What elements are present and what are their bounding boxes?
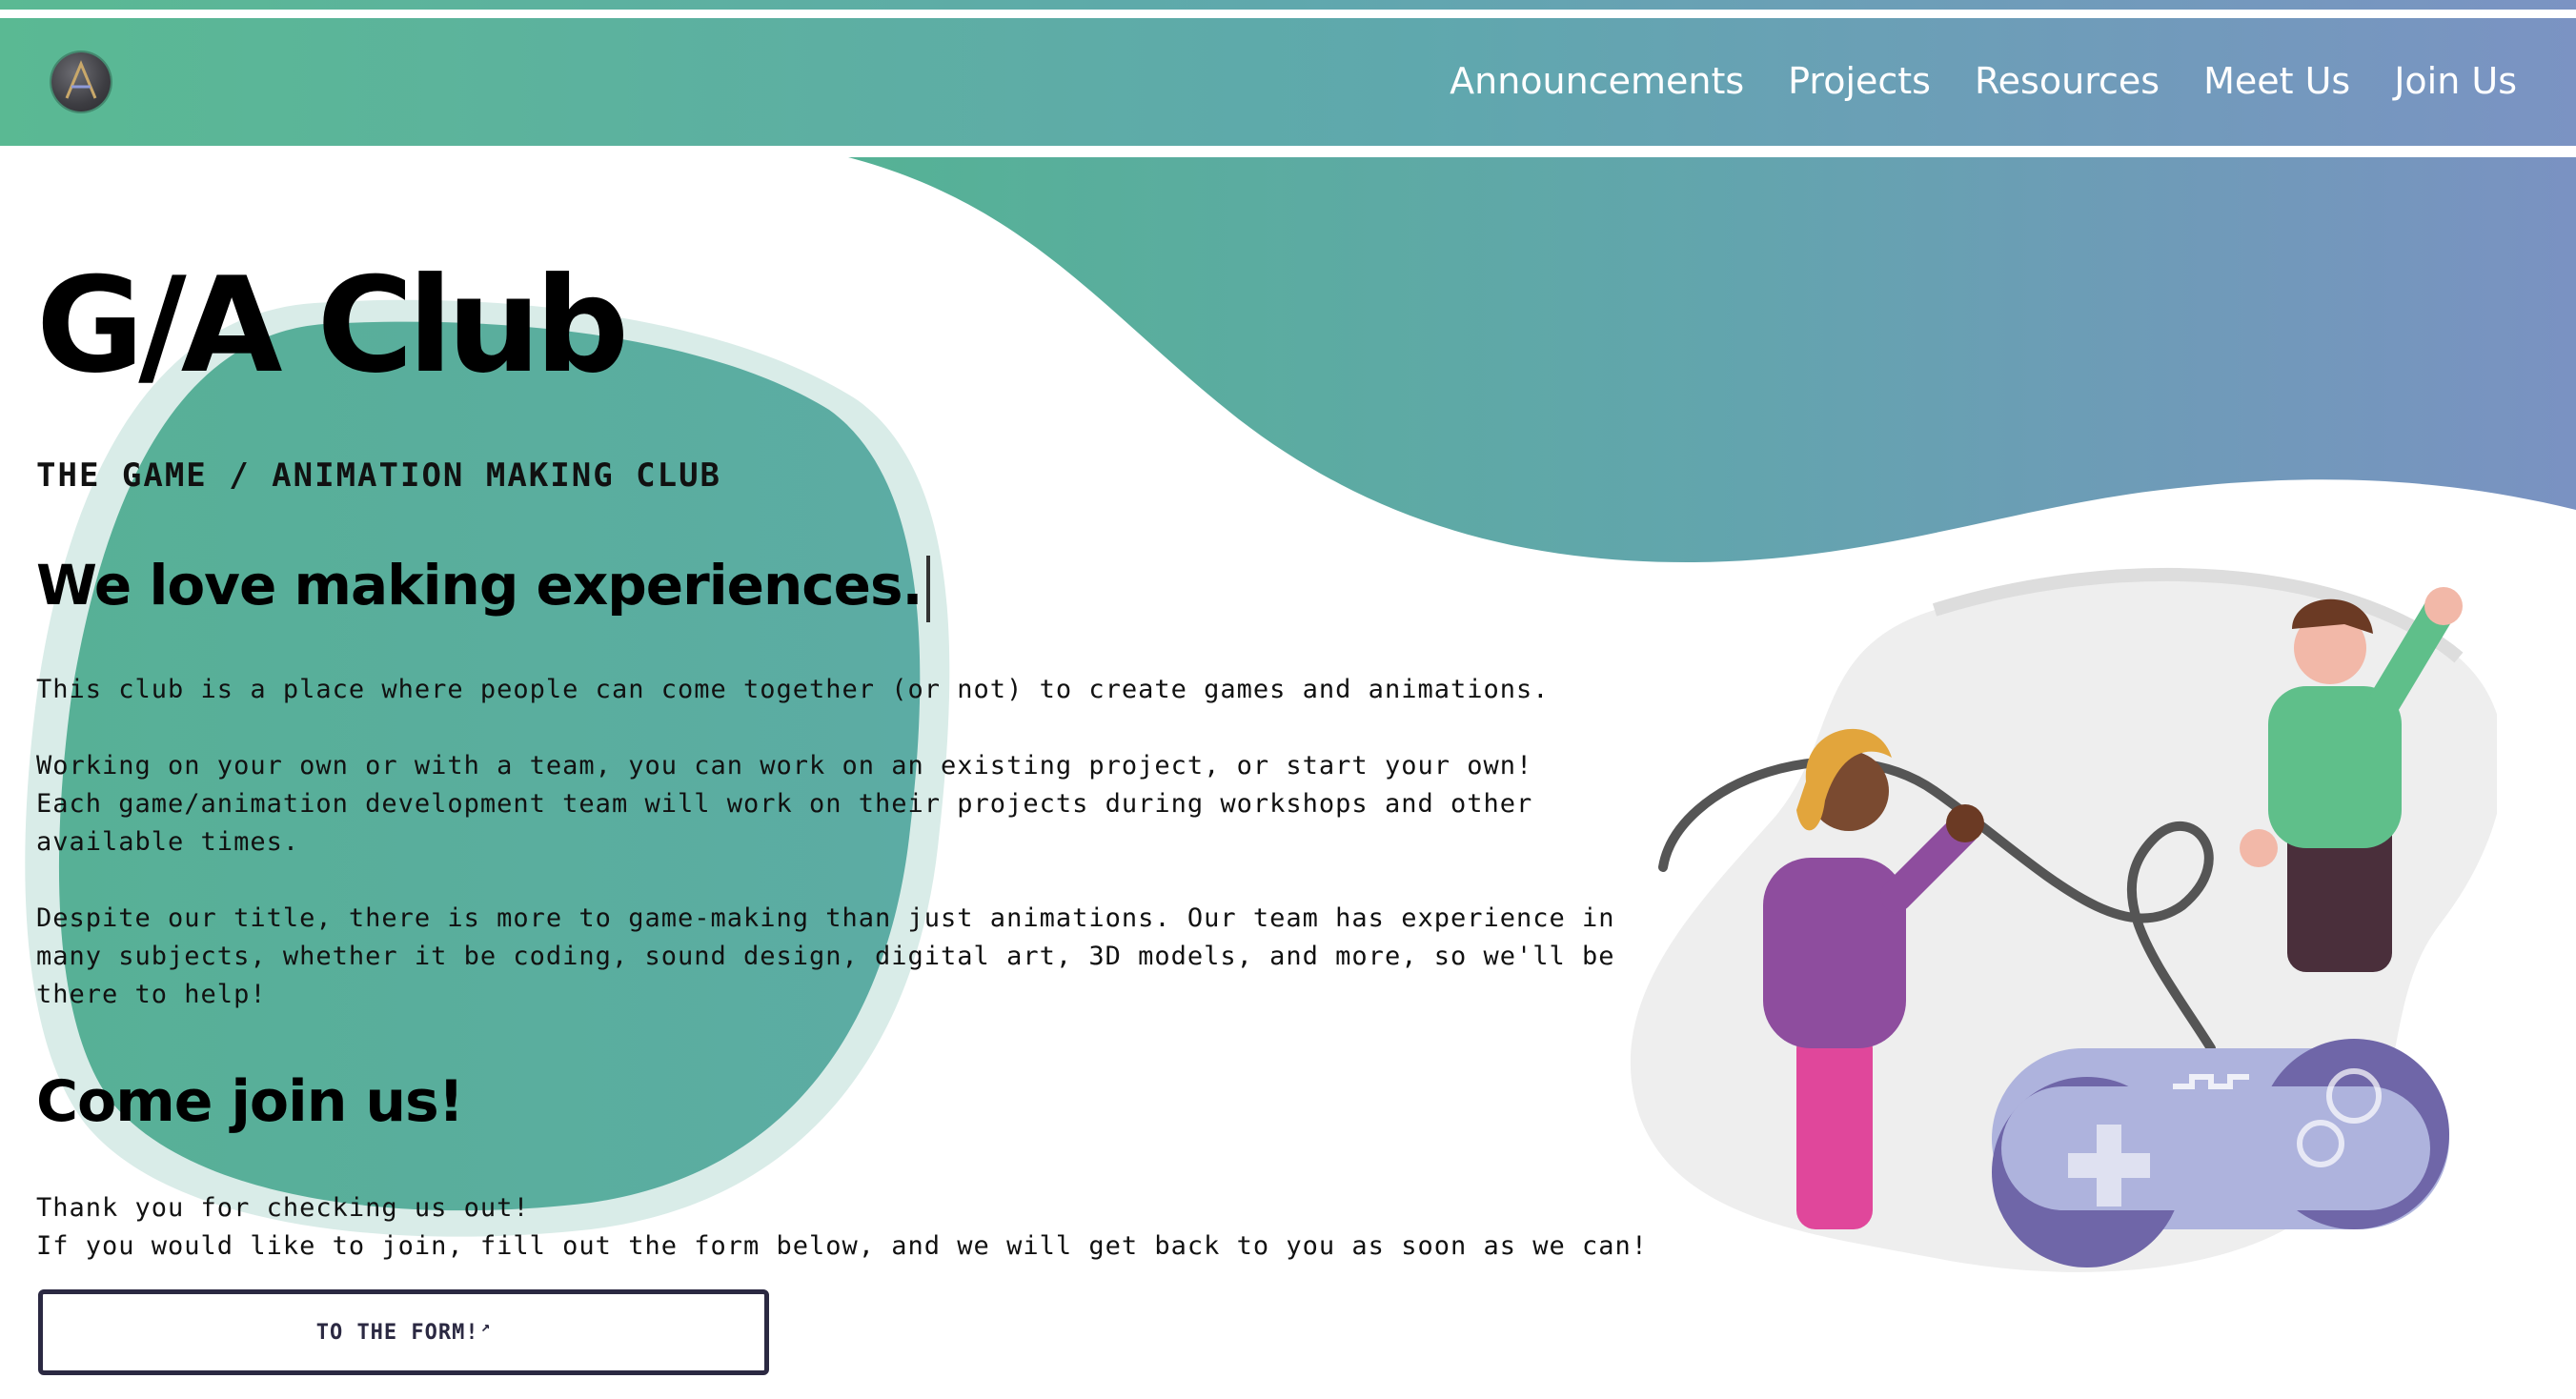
team-line-1: Working on your own or with a team, you …: [36, 751, 1533, 781]
team-line-3: available times.: [36, 827, 300, 857]
intro-paragraph: This club is a place where people can co…: [36, 671, 1550, 709]
section-heading-experiences: We love making experiences.: [36, 543, 930, 627]
join-line-1: Thank you for checking us out!: [36, 1193, 530, 1223]
form-button-label: TO THE FORM!: [315, 1320, 479, 1345]
section-heading-experiences-text: We love making experiences.: [36, 553, 923, 618]
nav-link-announcements[interactable]: Announcements: [1450, 56, 1744, 106]
section-heading-join: Come join us!: [36, 1068, 464, 1135]
nav-links: Announcements Projects Resources Meet Us…: [1450, 56, 2517, 106]
text-cursor: [925, 555, 930, 622]
experience-paragraph: Despite our title, there is more to game…: [36, 900, 1615, 1014]
intro-line-1: This club is a place where people can co…: [36, 675, 1550, 704]
page-title: G/A Club: [36, 249, 629, 402]
team-line-2: Each game/animation development team wil…: [36, 789, 1533, 819]
to-the-form-button[interactable]: TO THE FORM! ↗: [38, 1289, 769, 1375]
hero-wave: [848, 157, 2576, 562]
join-paragraph: Thank you for checking us out! If you wo…: [36, 1189, 1648, 1266]
nav-link-join-us[interactable]: Join Us: [2394, 56, 2517, 106]
ga-logo-icon[interactable]: [51, 52, 111, 112]
hero-illustration: [1630, 567, 2497, 1272]
experience-line-3: there to help!: [36, 980, 267, 1009]
top-accent-bar: [0, 0, 2576, 10]
join-line-2: If you would like to join, fill out the …: [36, 1231, 1649, 1261]
experience-line-1: Despite our title, there is more to game…: [36, 903, 1615, 933]
nav-link-projects[interactable]: Projects: [1788, 56, 1931, 106]
club-subtitle: THE GAME / ANIMATION MAKING CLUB: [36, 456, 722, 495]
team-paragraph: Working on your own or with a team, you …: [36, 747, 1532, 862]
external-link-icon: ↗: [480, 1316, 492, 1335]
nav-link-meet-us[interactable]: Meet Us: [2203, 56, 2350, 106]
top-navbar: Announcements Projects Resources Meet Us…: [0, 18, 2576, 146]
nav-link-resources[interactable]: Resources: [1975, 56, 2160, 106]
experience-line-2: many subjects, whether it be coding, sou…: [36, 942, 1615, 971]
